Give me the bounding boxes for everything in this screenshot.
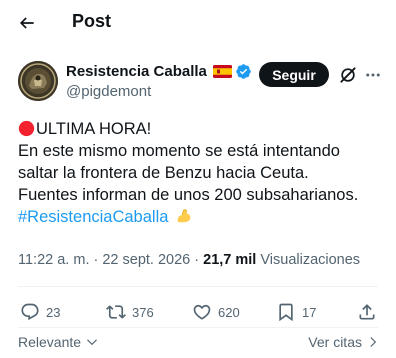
like-count: 620 bbox=[218, 304, 240, 320]
share-icon bbox=[359, 304, 375, 320]
post-time[interactable]: 11:22 a. m. bbox=[18, 252, 89, 268]
more-button[interactable] bbox=[362, 64, 384, 86]
bookmark-icon bbox=[279, 303, 293, 322]
grok-button[interactable] bbox=[337, 64, 359, 86]
repost-count: 376 bbox=[132, 304, 154, 320]
view-quotes-link[interactable]: Ver citas bbox=[308, 334, 380, 350]
chevron-down-icon bbox=[87, 339, 97, 346]
post-line-2: En este mismo momento se está intentando bbox=[18, 142, 340, 160]
bookmark-button[interactable]: 17 bbox=[276, 300, 316, 324]
replies-controls: Relevante Ver citas bbox=[0, 334, 396, 354]
red-circle-icon bbox=[18, 120, 35, 137]
reply-button[interactable]: 23 bbox=[20, 300, 60, 324]
quotes-label: Ver citas bbox=[308, 334, 362, 350]
sort-replies-button[interactable]: Relevante bbox=[18, 334, 99, 350]
name-row: Resistencia Caballa bbox=[66, 63, 252, 80]
post-line-1: ULTIMA HORA! bbox=[18, 118, 390, 140]
post-text: ULTIMA HORA! En este mismo momento se es… bbox=[18, 118, 390, 228]
views-count: 21,7 mil bbox=[203, 252, 257, 268]
avatar[interactable] bbox=[18, 61, 58, 101]
avatar-image bbox=[18, 61, 58, 101]
chevron-right-icon bbox=[370, 337, 377, 347]
divider bbox=[18, 286, 378, 287]
bookmark-count: 17 bbox=[302, 304, 317, 320]
like-button[interactable]: 620 bbox=[192, 300, 240, 324]
sort-label: Relevante bbox=[18, 334, 82, 350]
divider-2 bbox=[18, 327, 378, 328]
post-line-3: saltar la frontera de Benzu hacia Ceuta. bbox=[18, 164, 309, 182]
arrow-left-icon bbox=[19, 17, 34, 29]
follow-button[interactable]: Seguir bbox=[259, 62, 329, 87]
reply-icon bbox=[21, 303, 39, 321]
repost-icon bbox=[106, 305, 126, 319]
spain-flag-icon bbox=[212, 65, 232, 78]
back-button[interactable] bbox=[14, 10, 40, 36]
flexed-biceps-icon bbox=[177, 209, 191, 223]
heart-icon bbox=[193, 304, 211, 320]
grok-icon bbox=[340, 67, 356, 83]
page-title: Post bbox=[72, 11, 112, 31]
post-line-5: #ResistenciaCaballa bbox=[18, 206, 390, 228]
post-line-4: Fuentes informan de unos 200 subsaharian… bbox=[18, 186, 359, 204]
post-meta: 11:22 a. m. · 22 sept. 2026 · 21,7 mil V… bbox=[18, 252, 360, 268]
reply-count: 23 bbox=[46, 304, 61, 320]
more-horizontal-icon bbox=[366, 73, 380, 77]
display-name[interactable]: Resistencia Caballa bbox=[66, 63, 207, 80]
views-label: Visualizaciones bbox=[256, 252, 361, 268]
hashtag-link[interactable]: #ResistenciaCaballa bbox=[18, 208, 168, 226]
share-button[interactable] bbox=[357, 300, 377, 324]
post-author: Resistencia Caballa @pigdemont Seguir bbox=[0, 58, 396, 106]
meta-separator: · bbox=[89, 252, 103, 268]
post-headline: ULTIMA HORA! bbox=[36, 120, 152, 138]
top-bar: Post bbox=[0, 0, 396, 46]
verified-badge-icon bbox=[236, 64, 251, 79]
meta-separator-2: · bbox=[190, 252, 204, 268]
repost-button[interactable]: 376 bbox=[106, 300, 154, 324]
post-date[interactable]: 22 sept. 2026 bbox=[102, 252, 190, 268]
action-bar: 23 376 620 17 bbox=[0, 300, 396, 324]
handle[interactable]: @pigdemont bbox=[66, 83, 151, 100]
